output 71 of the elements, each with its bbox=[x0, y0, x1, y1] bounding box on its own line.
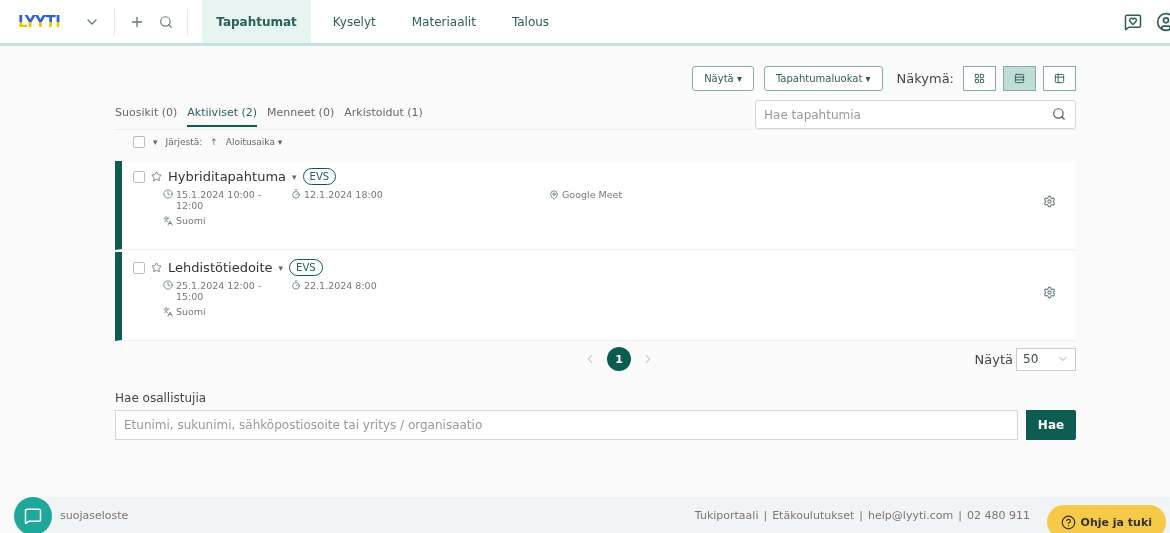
event-language: Suomi bbox=[176, 215, 206, 226]
separator: | bbox=[958, 508, 962, 522]
filter-tab[interactable]: Suosikit (0) bbox=[115, 102, 178, 127]
search-button[interactable]: Hae bbox=[1026, 410, 1076, 440]
nav-tab[interactable]: Materiaalit bbox=[397, 0, 490, 43]
separator: | bbox=[763, 508, 768, 522]
clock-icon bbox=[163, 189, 173, 199]
footer-link[interactable]: 02 480 911 bbox=[967, 508, 1030, 522]
star-icon[interactable] bbox=[151, 171, 162, 182]
chat-heart-icon[interactable] bbox=[1124, 12, 1142, 31]
timer-icon bbox=[291, 189, 301, 199]
caret-icon[interactable]: ▾ bbox=[292, 171, 297, 182]
chat-button[interactable] bbox=[14, 497, 52, 533]
nav-tab[interactable]: Tapahtumat bbox=[202, 0, 311, 43]
nav-tab[interactable]: Kyselyt bbox=[318, 0, 390, 43]
settings-icon[interactable] bbox=[1043, 195, 1056, 208]
language-icon bbox=[163, 215, 173, 226]
user-icon[interactable] bbox=[1156, 11, 1170, 32]
language-icon bbox=[163, 306, 173, 317]
star-icon[interactable] bbox=[151, 262, 162, 273]
filter-tab[interactable]: Arkistoidut (1) bbox=[344, 102, 423, 127]
help-icon bbox=[1060, 514, 1076, 530]
sort-field[interactable]: Aloitusaika ▾ bbox=[225, 137, 283, 147]
footer-link[interactable]: help@lyyti.com bbox=[868, 508, 954, 522]
page-number[interactable]: 1 bbox=[607, 347, 631, 371]
event-title[interactable]: Lehdistötiedoite bbox=[168, 260, 273, 275]
event-time: 15.1.2024 10:00 - 12:00 bbox=[176, 189, 263, 211]
settings-icon[interactable] bbox=[1043, 286, 1056, 299]
event-card[interactable]: Lehdistötiedoite ▾ EVS 25.1.2024 12:00 - 15:00 22.1.2024 8:00 Suomi bbox=[115, 252, 1076, 341]
list-icon bbox=[1014, 73, 1025, 84]
dropdown-button[interactable]: Näytä ▾ bbox=[692, 66, 754, 91]
page-size-select[interactable]: 50 bbox=[1016, 347, 1076, 371]
search-icon[interactable] bbox=[159, 14, 174, 29]
grid-view-button[interactable] bbox=[963, 66, 996, 91]
nav-tab[interactable]: Talous bbox=[497, 0, 564, 43]
caret-icon[interactable]: ▾ bbox=[278, 262, 284, 273]
event-time: 25.1.2024 12:00 - 15:00 bbox=[176, 280, 263, 302]
event-language: Suomi bbox=[176, 306, 206, 317]
event-title[interactable]: Hybriditapahtuma bbox=[168, 169, 287, 184]
chat-icon bbox=[24, 507, 42, 525]
privacy-link[interactable]: suojaseloste bbox=[60, 508, 129, 522]
page-size-label: Näytä bbox=[974, 351, 1013, 367]
search-icon[interactable] bbox=[1052, 107, 1066, 121]
table-view-button[interactable] bbox=[1043, 66, 1076, 91]
participant-search-field[interactable]: Etunimi, sukunimi, sähköpostiosoite tai yritys / organisaatio bbox=[115, 410, 1018, 440]
pin-icon bbox=[549, 189, 559, 200]
filter-tab[interactable]: Aktiiviset (2) bbox=[187, 102, 258, 127]
dropdown-button[interactable]: Tapahtumaluokat ▾ bbox=[763, 66, 883, 91]
checkbox[interactable] bbox=[133, 261, 145, 274]
separator: | bbox=[859, 508, 864, 522]
table-icon bbox=[1054, 73, 1065, 84]
footer-link[interactable]: Tukiportaali bbox=[694, 508, 759, 522]
event-deadline: 22.1.2024 8:00 bbox=[304, 280, 377, 291]
select-all-checkbox[interactable] bbox=[133, 136, 145, 148]
help-button[interactable]: Ohje ja tuki bbox=[1046, 505, 1166, 533]
grid-icon bbox=[974, 73, 985, 84]
list-view-button[interactable] bbox=[1003, 66, 1036, 91]
sort-label: Järjestä: bbox=[165, 137, 203, 147]
clock-icon bbox=[163, 280, 173, 290]
sort-direction[interactable]: ↑ bbox=[210, 137, 218, 147]
view-label: Näkymä: bbox=[896, 71, 954, 86]
checkbox[interactable] bbox=[133, 170, 145, 183]
search-field[interactable]: Hae tapahtumia bbox=[755, 100, 1076, 129]
filter-tab[interactable]: Menneet (0) bbox=[267, 102, 335, 127]
event-location: Google Meet bbox=[562, 189, 623, 200]
timer-icon bbox=[291, 280, 301, 290]
footer-link[interactable]: Etäkoulutukset bbox=[772, 508, 855, 522]
participant-search-label: Hae osallistujia bbox=[115, 391, 208, 405]
event-card[interactable]: Hybriditapahtuma ▾ EVS 15.1.2024 10:00 - 12:00 12.1.2024 18:00 Google Meet Suomi bbox=[115, 161, 1076, 250]
event-deadline: 12.1.2024 18:00 bbox=[304, 189, 383, 200]
caret-icon[interactable]: ▾ bbox=[153, 137, 158, 147]
